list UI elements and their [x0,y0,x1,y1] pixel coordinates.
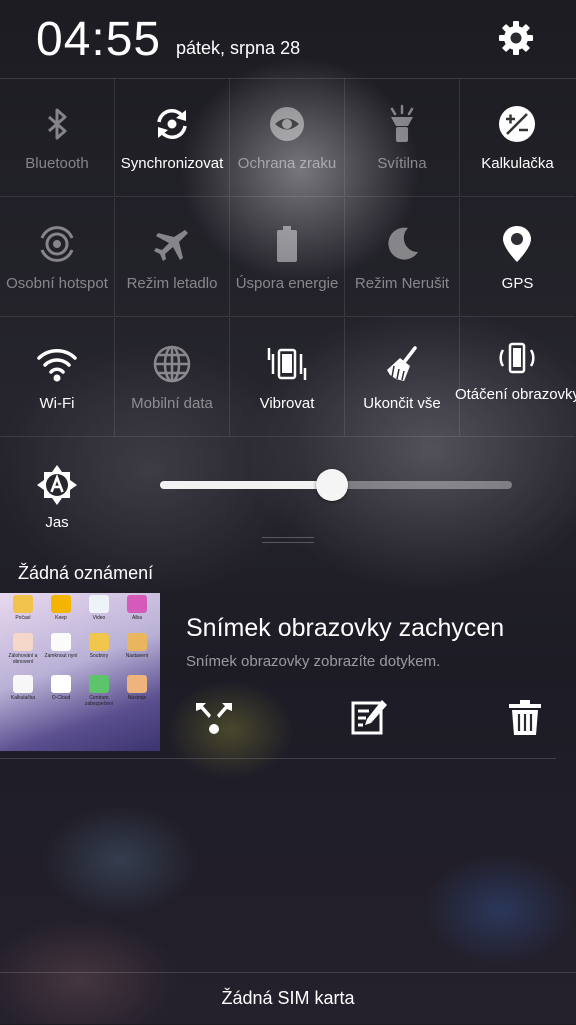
drag-handle[interactable] [262,537,314,543]
thumb-app: Zamknout nyní [42,633,80,659]
rotate-screen-icon [499,342,535,374]
bluetooth-icon [48,108,67,140]
brightness-slider[interactable] [160,469,512,501]
toggle-power-saving[interactable]: Úspora energie [230,198,345,317]
toggle-label: Vibrovat [259,395,315,412]
calculator-icon [499,106,535,142]
location-pin-icon [503,226,531,262]
clock: 04:55 [36,13,162,66]
status-header: 04:55 pátek, srpna 28 [0,0,576,79]
toggle-sync[interactable]: Synchronizovat [115,78,230,197]
thumb-app: Alba [118,595,156,621]
toggle-bluetooth[interactable]: Bluetooth [0,78,115,197]
edit-icon[interactable] [349,697,389,737]
trash-icon[interactable] [505,697,545,737]
toggle-do-not-disturb[interactable]: Režim Nerušit [345,198,460,317]
thumb-app: Keep [42,595,80,621]
toggle-label: Mobilní data [131,395,213,412]
vibrate-icon [267,348,307,380]
toggle-label: Svítilna [377,155,427,172]
airplane-icon [154,230,188,261]
brightness-label: Jas [45,514,69,531]
toggle-gps[interactable]: GPS [460,198,575,317]
wifi-icon [37,349,77,382]
auto-brightness-icon[interactable] [36,464,78,506]
battery-icon [277,226,297,262]
screenshot-thumbnail[interactable]: Počasí Keep Video Alba Zálohování a obno… [0,593,160,751]
toggle-calculator[interactable]: Kalkulačka [460,78,575,197]
notification-subtitle: Snímek obrazovky zobrazíte dotykem. [186,653,441,670]
toggle-close-all[interactable]: Ukončit vše [345,318,460,437]
toggle-flashlight[interactable]: Svítilna [345,78,460,197]
thumb-app: Nastavení [118,633,156,659]
toggle-label: GPS [501,275,534,292]
toggle-label: Ochrana zraku [237,155,337,172]
toggle-screen-rotation[interactable]: Otáčení obrazovky [455,318,576,437]
toggle-label: Kalkulačka [481,155,554,172]
toggle-label: Ukončit vše [363,395,441,412]
flashlight-icon [390,104,414,142]
toggle-label: Wi-Fi [39,395,75,412]
share-icon[interactable] [194,697,234,737]
eye-icon [270,107,304,141]
toggle-label: Otáčení obrazovky [454,386,576,403]
thumb-app: Nástroje [118,675,156,701]
toggle-label: Režim Nerušit [354,275,450,292]
sim-status: Žádná SIM karta [0,972,576,1025]
toggle-wifi[interactable]: Wi-Fi [0,318,115,437]
gear-icon[interactable] [496,18,536,58]
date: pátek, srpna 28 [176,38,301,58]
notification-screenshot[interactable]: Počasí Keep Video Alba Zálohování a obno… [0,593,556,759]
thumb-app: Video [80,595,118,621]
thumb-app: Kalkulačka [4,675,42,701]
globe-icon [153,345,191,383]
toggle-label: Synchronizovat [120,155,224,172]
toggle-airplane[interactable]: Režim letadlo [115,198,230,317]
broom-icon [387,346,417,381]
thumb-app: Centrum zabezpečení [80,675,118,707]
brightness-slider-thumb[interactable] [316,469,349,501]
toggle-label: Režim letadlo [126,275,218,292]
notifications-header: Žádná oznámení [18,563,154,583]
thumb-app: Zálohování a obnovení [4,633,42,665]
toggle-eye-protection[interactable]: Ochrana zraku [230,78,345,197]
hotspot-icon [40,226,74,262]
toggle-label: Bluetooth [25,155,89,172]
toggle-vibrate[interactable]: Vibrovat [230,318,345,437]
quick-settings-grid: Bluetooth Synchronizovat Ochrana zraku S… [0,78,576,438]
thumb-app: Počasí [4,595,42,621]
toggle-label: Úspora energie [235,275,339,292]
notification-title: Snímek obrazovky zachycen [186,614,505,642]
moon-icon [388,227,418,260]
toggle-label: Osobní hotspot [6,275,108,292]
sync-icon [157,109,187,139]
toggle-mobile-data[interactable]: Mobilní data [115,318,230,437]
toggle-hotspot[interactable]: Osobní hotspot [0,198,115,317]
brightness-fill [160,481,333,489]
thumb-app: O-Cloud [42,675,80,701]
thumb-app: Soubory [80,633,118,659]
brightness-row: Jas [0,438,576,538]
